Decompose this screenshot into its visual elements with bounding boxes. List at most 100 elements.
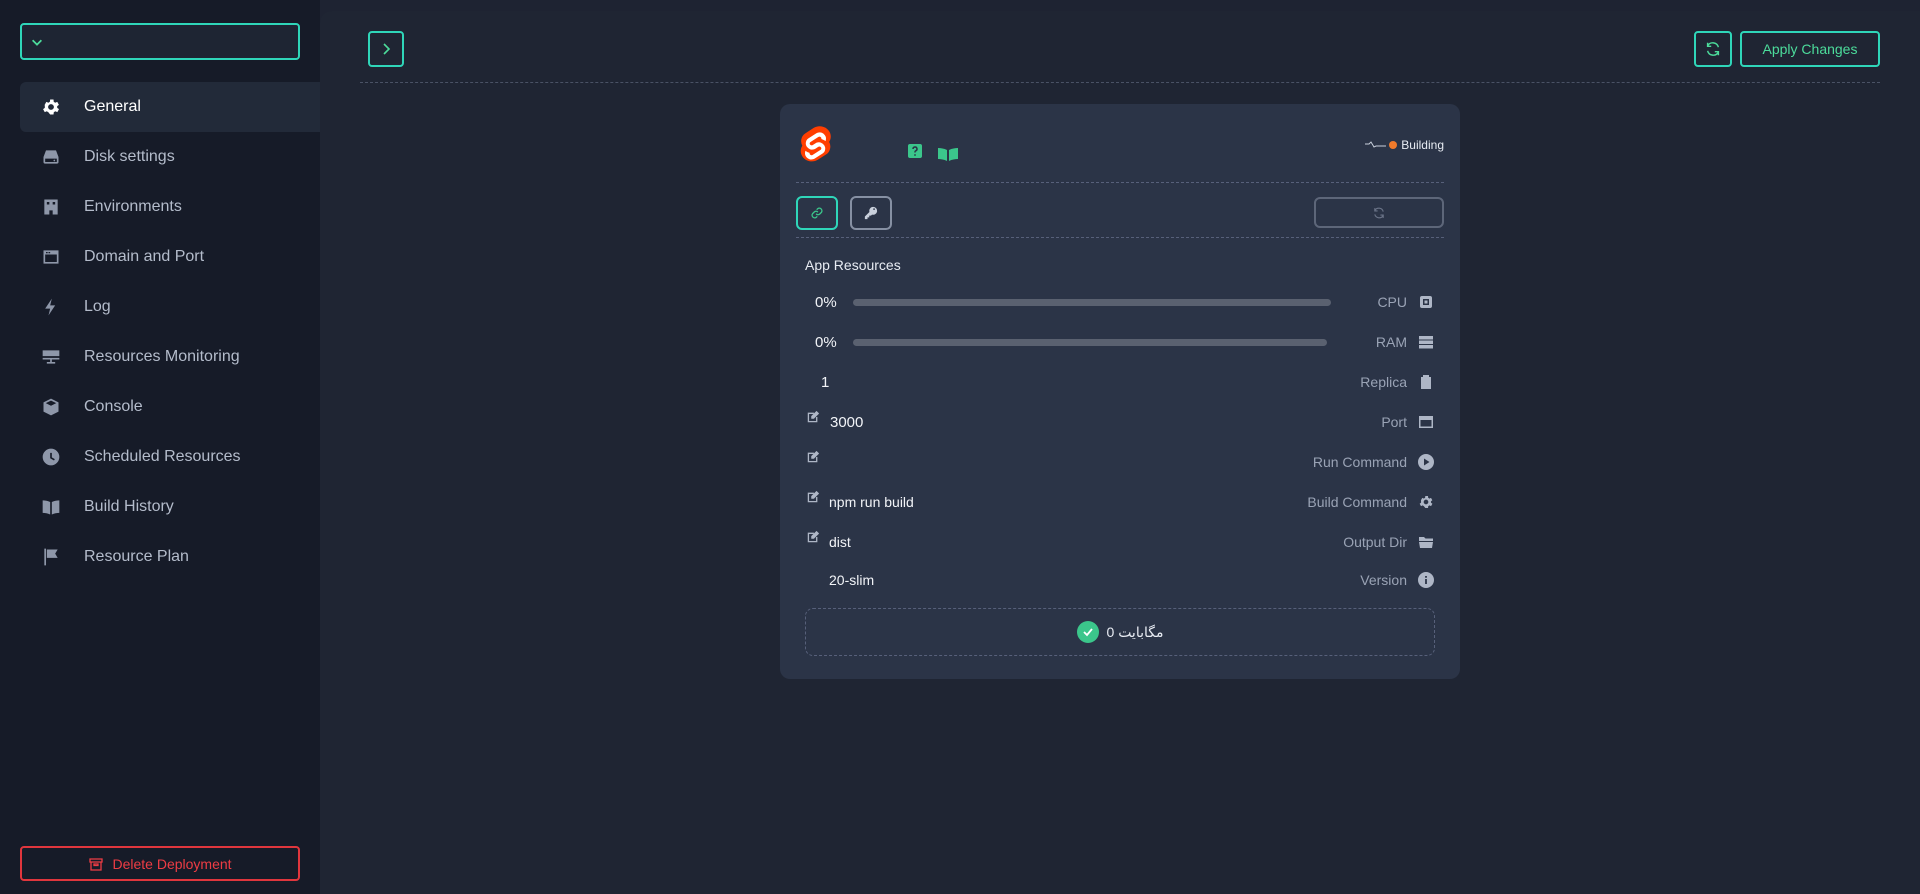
ram-progress-bar (853, 338, 1327, 346)
server-icon (40, 346, 62, 368)
sidebar-item-label: General (84, 98, 141, 115)
sidebar-item-label: Log (84, 298, 111, 315)
port-value[interactable]: 3000 (830, 414, 863, 431)
sidebar-item-label: Disk settings (84, 148, 175, 165)
check-circle-icon (1076, 621, 1099, 643)
sidebar-item-resource-plan[interactable]: Resource Plan (20, 532, 320, 582)
output-dir-row: dist Output Dir (805, 530, 1435, 554)
pulse-line-icon (1365, 141, 1387, 148)
hard-drive-icon (40, 146, 62, 168)
ram-label: RAM (1375, 334, 1407, 350)
refresh-button[interactable] (1694, 31, 1732, 67)
ram-value: 0% (815, 333, 837, 351)
sidebar: General Disk settings Environments Domai… (0, 0, 320, 894)
output-dir-value[interactable]: dist (829, 534, 851, 550)
access-key-button[interactable] (850, 196, 892, 230)
sidebar-item-disk-settings[interactable]: Disk settings (20, 132, 320, 182)
output-dir-label: Output Dir (1343, 534, 1407, 550)
sidebar-item-log[interactable]: Log (20, 282, 320, 332)
sidebar-item-label: Environments (84, 198, 182, 215)
sidebar-item-environments[interactable]: Environments (20, 182, 320, 232)
open-link-button[interactable] (796, 196, 838, 230)
sidebar-item-general[interactable]: General (20, 82, 320, 132)
folder-open-icon (1417, 533, 1435, 551)
header-divider (360, 82, 1880, 83)
edit-output-dir-icon[interactable] (806, 530, 820, 544)
delete-deployment-button[interactable]: Delete Deployment (20, 846, 300, 881)
edit-build-command-icon[interactable] (806, 490, 820, 504)
sidebar-item-build-history[interactable]: Build History (20, 482, 320, 532)
redeploy-button[interactable] (1314, 197, 1444, 228)
book-open-icon[interactable] (937, 146, 959, 162)
expand-sidebar-button[interactable] (368, 31, 404, 67)
replica-row: 1 Replica (805, 370, 1435, 394)
port-label: Port (1381, 414, 1407, 430)
cpu-label: CPU (1377, 294, 1407, 310)
version-value: 20-slim (829, 572, 875, 588)
port-row: 3000 Port (805, 410, 1435, 434)
sidebar-item-domain-and-port[interactable]: Domain and Port (20, 232, 320, 282)
cube-icon (40, 396, 62, 418)
delete-deployment-label: Delete Deployment (112, 855, 232, 872)
chevron-right-icon (383, 43, 391, 55)
status-text: Building (1401, 138, 1444, 152)
edit-port-icon[interactable] (806, 410, 820, 424)
building-icon (40, 196, 62, 218)
sidebar-item-label: Domain and Port (84, 248, 205, 265)
help-icon[interactable] (908, 144, 922, 158)
run-command-label: Run Command (1312, 454, 1407, 470)
build-command-label: Build Command (1307, 494, 1407, 510)
sidebar-item-label: Scheduled Resources (84, 448, 241, 465)
info-circle-icon (1417, 571, 1435, 589)
build-command-row: npm run build Build Command (805, 490, 1435, 514)
sidebar-item-console[interactable]: Console (20, 382, 320, 432)
refresh-icon (1706, 42, 1720, 56)
build-command-value[interactable]: npm run build (829, 494, 914, 510)
flag-icon (40, 546, 62, 568)
trash-box-icon (89, 857, 104, 871)
sidebar-item-resources-monitoring[interactable]: Resources Monitoring (20, 332, 320, 382)
play-circle-icon (1417, 453, 1435, 471)
memory-stack-icon (1417, 333, 1435, 351)
clipboard-icon (1417, 373, 1435, 391)
book-icon (40, 496, 62, 518)
cpu-row: 0% CPU (805, 290, 1435, 314)
gear-icon (40, 96, 62, 118)
app-resources-title: App Resources (805, 257, 901, 273)
cpu-progress-bar (853, 298, 1331, 306)
replica-value: 1 (821, 373, 830, 391)
version-label: Version (1360, 572, 1407, 588)
browser-window-icon (40, 246, 62, 268)
edit-run-command-icon[interactable] (806, 450, 820, 464)
sidebar-item-scheduled-resources[interactable]: Scheduled Resources (20, 432, 320, 482)
sidebar-item-label: Resources Monitoring (84, 348, 240, 365)
sidebar-item-label: Build History (84, 498, 174, 515)
sidebar-item-label: Console (84, 398, 143, 415)
gear-icon (1417, 493, 1435, 511)
cpu-value: 0% (815, 293, 837, 311)
replica-label: Replica (1360, 374, 1407, 390)
run-command-row: Run Command (805, 450, 1435, 474)
storage-usage-box: 0 مگابایت (805, 608, 1435, 656)
lightning-icon (40, 296, 62, 318)
card-divider (796, 182, 1444, 183)
svelte-logo-icon (800, 126, 831, 162)
app-selector[interactable] (20, 23, 300, 60)
sidebar-item-label: Resource Plan (84, 548, 189, 565)
apply-changes-button[interactable]: Apply Changes (1740, 31, 1880, 67)
link-icon (811, 207, 823, 219)
version-row: 20-slim Version (805, 568, 1435, 592)
status-dot (1389, 141, 1398, 149)
storage-usage-text: 0 مگابایت (1106, 623, 1164, 640)
refresh-icon (1374, 207, 1384, 218)
card-header: Building (780, 104, 1460, 184)
cpu-chip-icon (1417, 293, 1435, 311)
main-panel: Apply Changes Building App Resources 0% … (320, 11, 1920, 894)
chevron-down-icon (32, 39, 42, 46)
browser-window-icon (1417, 413, 1435, 431)
key-icon (864, 206, 878, 220)
card-divider (796, 237, 1444, 238)
sidebar-nav: General Disk settings Environments Domai… (20, 82, 320, 582)
ram-row: 0% RAM (805, 330, 1435, 354)
deployment-card: Building App Resources 0% CPU 0% RAM 1 R… (780, 104, 1460, 679)
